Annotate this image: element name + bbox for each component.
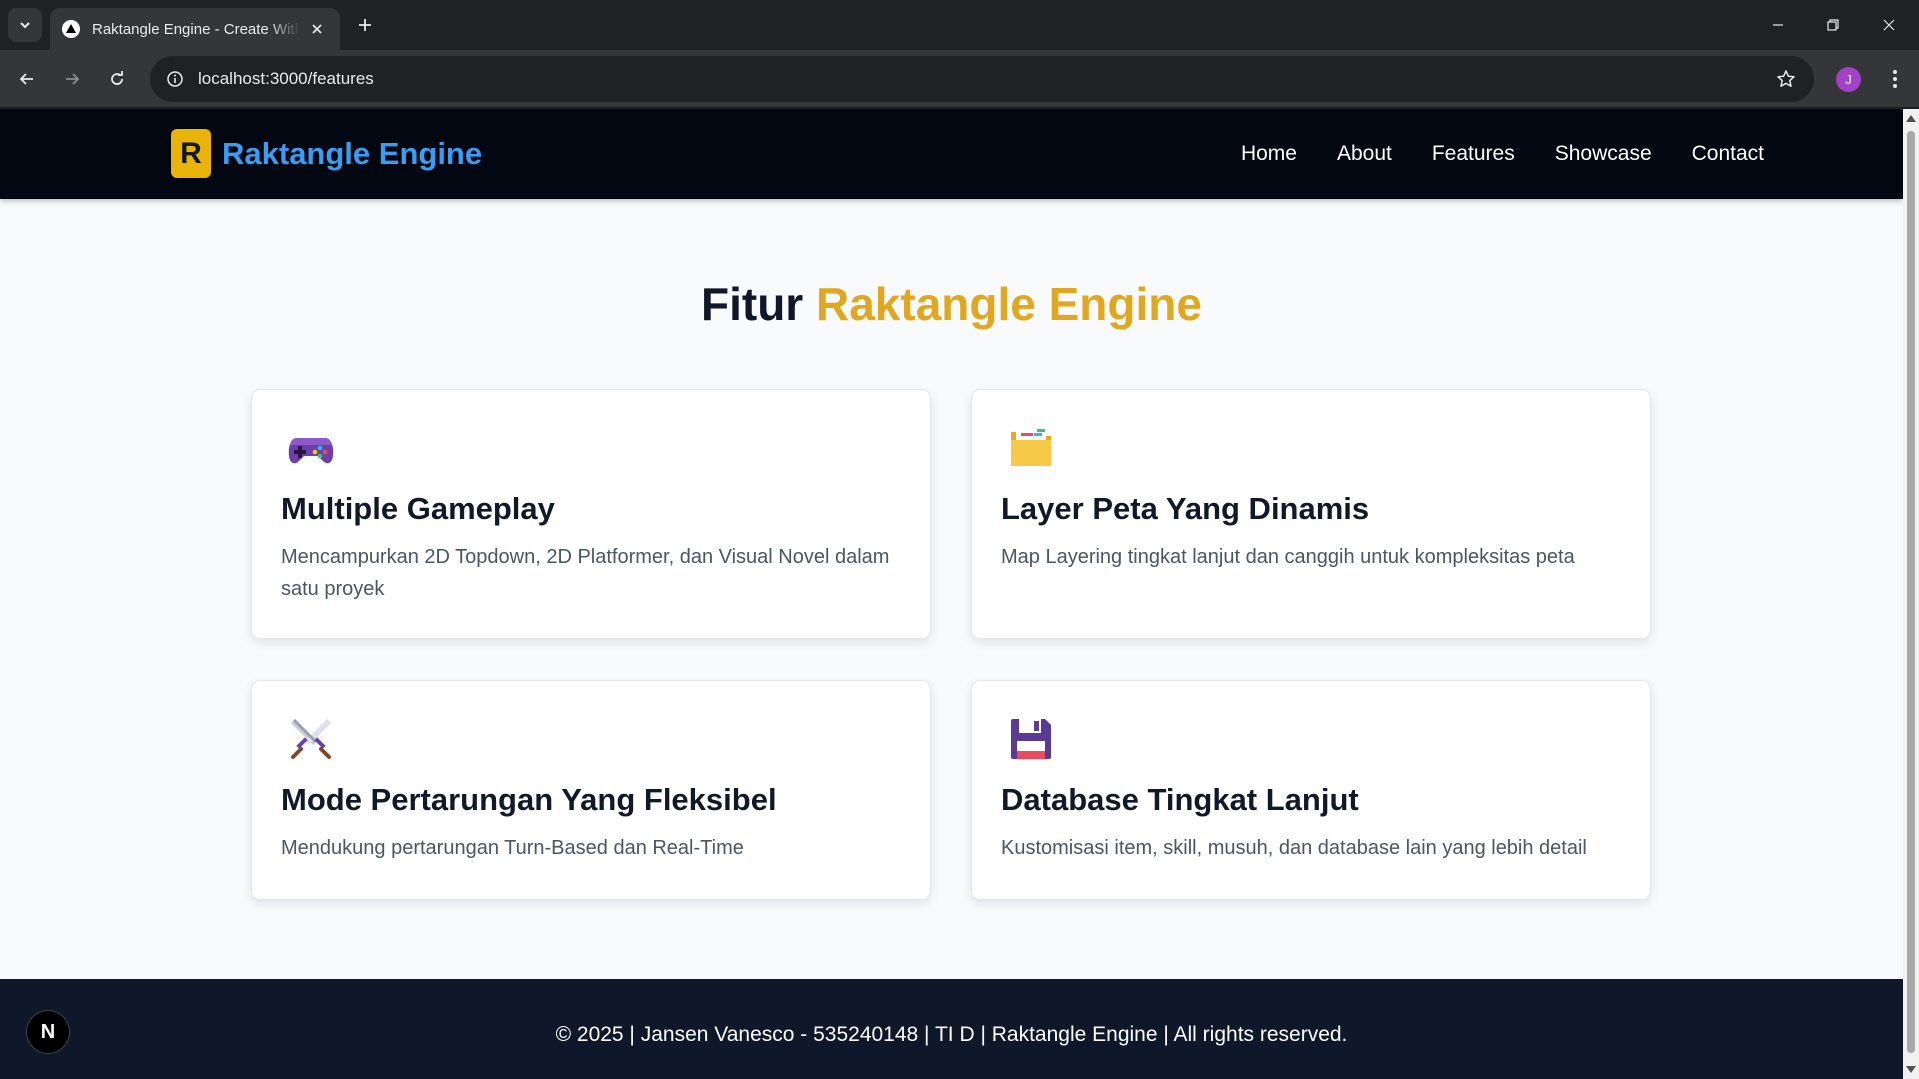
page-scrollbar[interactable] <box>1903 109 1919 1079</box>
restore-window-button[interactable] <box>1806 0 1860 50</box>
address-bar[interactable]: localhost:3000/features <box>150 56 1814 102</box>
minimize-window-button[interactable] <box>1751 0 1805 50</box>
scrollbar-thumb[interactable] <box>1907 131 1915 1053</box>
tab-title: Raktangle Engine - Create With Unity <box>92 20 300 38</box>
arrow-right-icon <box>66 73 80 85</box>
brand-link[interactable]: R Raktangle Engine <box>171 129 482 178</box>
close-window-button[interactable] <box>1862 0 1916 50</box>
browser-tabstrip: Raktangle Engine - Create With Unity <box>0 0 1919 50</box>
new-tab-button[interactable] <box>350 10 380 40</box>
feature-description: Mendukung pertarungan Turn-Based dan Rea… <box>281 837 744 859</box>
nav-link-home[interactable]: Home <box>1241 142 1297 166</box>
brand-logo: R <box>171 129 211 178</box>
triangle-favicon-icon <box>62 20 80 38</box>
browser-tab-active[interactable]: Raktangle Engine - Create With Unity <box>50 8 340 50</box>
browser-toolbar: localhost:3000/features J <box>0 50 1919 108</box>
profile-avatar[interactable]: J <box>1836 67 1861 92</box>
nav-link-features[interactable]: Features <box>1432 142 1515 166</box>
scroll-up-icon[interactable] <box>1906 115 1916 122</box>
feature-description: Map Layering tingkat lanjut dan canggih … <box>1001 546 1575 568</box>
feature-title: Layer Peta Yang Dinamis <box>1001 491 1370 526</box>
reload-button[interactable] <box>100 62 134 96</box>
nav-links: Home About Features Showcase Contact <box>1201 109 1764 199</box>
reload-icon <box>111 71 123 85</box>
tab-search-button[interactable] <box>8 8 42 42</box>
feature-description: Mencampurkan 2D Topdown, 2D Platformer, … <box>281 546 890 600</box>
site-info-icon[interactable] <box>160 64 190 94</box>
feature-card: Mode Pertarungan Yang Fleksibel Mendukun… <box>251 680 931 900</box>
page-title-accent: Raktangle Engine <box>816 278 1202 330</box>
crossed-swords-icon <box>291 719 331 759</box>
minimize-icon <box>1773 24 1783 26</box>
nextjs-dev-badge[interactable]: N <box>26 1010 70 1054</box>
feature-title: Database Tingkat Lanjut <box>1001 782 1359 817</box>
footer-copyright: © 2025 | Jansen Vanesco - 535240148 | TI… <box>555 1022 1348 1046</box>
bookmark-star-icon[interactable] <box>1768 61 1804 97</box>
forward-button[interactable] <box>55 62 89 96</box>
gamepad-icon <box>288 438 334 464</box>
feature-card: Multiple Gameplay Mencampurkan 2D Topdow… <box>251 389 931 639</box>
plus-icon <box>359 19 371 31</box>
floppy-disk-icon <box>1011 719 1051 759</box>
close-icon <box>1883 19 1895 31</box>
nav-link-contact[interactable]: Contact <box>1692 142 1764 166</box>
feature-title: Mode Pertarungan Yang Fleksibel <box>281 782 777 817</box>
feature-description: Kustomisasi item, skill, musuh, dan data… <box>1001 837 1587 859</box>
folder-icon <box>1011 429 1051 466</box>
arrow-left-icon <box>19 73 33 85</box>
nav-link-showcase[interactable]: Showcase <box>1555 142 1652 166</box>
url-text[interactable]: localhost:3000/features <box>198 69 1768 89</box>
feature-card: Database Tingkat Lanjut Kustomisasi item… <box>971 680 1651 900</box>
feature-title: Multiple Gameplay <box>281 491 555 526</box>
site-navbar: R Raktangle Engine Home About Features S… <box>0 109 1903 199</box>
nav-link-about[interactable]: About <box>1337 142 1392 166</box>
page-viewport: R Raktangle Engine Home About Features S… <box>0 109 1919 1079</box>
restore-icon <box>1827 19 1839 31</box>
back-button[interactable] <box>10 62 44 96</box>
close-tab-icon[interactable] <box>306 18 328 40</box>
chevron-down-icon <box>20 22 30 29</box>
brand-name: Raktangle Engine <box>222 135 483 171</box>
feature-card: Layer Peta Yang Dinamis Map Layering tin… <box>971 389 1651 639</box>
scroll-down-icon[interactable] <box>1906 1066 1916 1073</box>
browser-menu-button[interactable] <box>1878 62 1912 96</box>
page-title: Fitur Raktangle Engine <box>0 277 1903 331</box>
more-vertical-icon <box>1893 70 1897 88</box>
page-title-main: Fitur <box>701 278 804 330</box>
site-footer: © 2025 | Jansen Vanesco - 535240148 | TI… <box>0 979 1903 1079</box>
